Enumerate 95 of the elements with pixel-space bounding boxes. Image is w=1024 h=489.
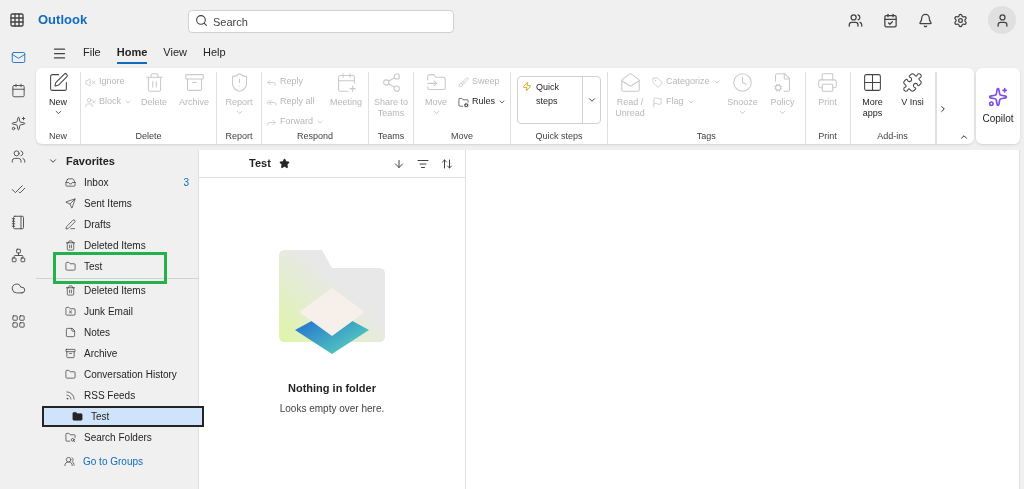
ribbon-icon [183, 72, 205, 93]
sparkle-icon [988, 86, 1008, 107]
folder-item[interactable]: Inbox 3 [36, 172, 198, 193]
ribbon-button[interactable]: New [38, 72, 78, 117]
unread-count: 3 [183, 176, 189, 190]
ribbon-icon [380, 72, 402, 93]
folder-item[interactable]: Deleted Items [36, 280, 198, 301]
caret-icon [124, 98, 132, 106]
menu-tab[interactable]: Help [202, 42, 226, 64]
empty-state-title: Nothing in folder [288, 381, 376, 396]
quick-steps-gallery[interactable]: Quick steps [517, 76, 602, 124]
caret-icon [316, 118, 325, 126]
folder-item[interactable]: Notes [36, 322, 198, 343]
folder-item[interactable]: RSS Feeds [36, 385, 198, 406]
app-rail-icon[interactable] [10, 149, 26, 164]
app-rail-icon[interactable] [10, 314, 26, 329]
app-rail-icon[interactable] [10, 50, 26, 65]
search-field[interactable]: Search [188, 10, 454, 33]
ribbon-button[interactable]: More apps [852, 72, 893, 119]
ribbon-icon [85, 96, 96, 108]
filter-icon[interactable] [417, 157, 429, 170]
app-launcher-icon[interactable] [9, 12, 25, 28]
app-rail-icon[interactable] [10, 281, 26, 296]
star-icon[interactable] [278, 158, 290, 169]
ribbon-icon [425, 72, 447, 93]
caret-icon [738, 108, 748, 117]
app-rail-icon[interactable] [10, 215, 26, 230]
caret-icon [498, 98, 507, 106]
folder-title: Test [249, 156, 271, 172]
caret-icon [686, 98, 695, 106]
group-label: Teams [376, 130, 406, 143]
ribbon-icon [902, 72, 924, 93]
group-label: Tags [695, 130, 717, 143]
ribbon-icon [732, 72, 754, 93]
app-rail-icon[interactable] [10, 248, 26, 263]
go-to-groups-link[interactable]: Go to Groups [36, 454, 198, 469]
teams-icon[interactable] [848, 12, 863, 28]
ribbon-icon [85, 76, 96, 88]
folder-item[interactable]: Deleted Items [36, 235, 198, 256]
folder-item[interactable]: Conversation History [36, 364, 198, 385]
ribbon-icon [862, 72, 884, 93]
group-label: Move [450, 130, 475, 143]
favorites-header[interactable]: Favorites [36, 150, 198, 172]
group-label: Add-ins [876, 130, 909, 143]
folder-item[interactable]: Archive [36, 343, 198, 364]
caret-icon [431, 108, 441, 117]
ribbon-icon [652, 76, 664, 88]
ribbon-icon [47, 72, 69, 93]
menu-tab[interactable]: File [83, 42, 101, 64]
ribbon-button[interactable]: Rules [456, 92, 509, 112]
ribbon-icon [652, 96, 664, 108]
ribbon-icon [817, 72, 839, 93]
caret-icon [234, 108, 244, 117]
group-label: Respond [296, 130, 335, 143]
menu-tab[interactable]: View [163, 42, 187, 64]
chevron-icon [48, 156, 58, 166]
sort-icon[interactable] [441, 157, 453, 170]
ribbon-button[interactable]: V Insi [892, 72, 933, 108]
empty-state-subtitle: Looks empty over here. [279, 401, 385, 416]
folder-item[interactable]: Sent Items [36, 193, 198, 214]
caret-icon [712, 78, 721, 86]
menu-tab[interactable]: Home [116, 42, 148, 64]
account-avatar[interactable] [988, 6, 1016, 34]
ribbon-icon [458, 96, 470, 108]
settings-icon[interactable] [953, 12, 968, 28]
caret-icon [53, 108, 63, 117]
folder-item[interactable]: Drafts [36, 214, 198, 235]
folder-item[interactable]: Search Folders [36, 427, 198, 448]
ribbon-icon [143, 72, 165, 93]
ribbon-icon [335, 72, 357, 93]
ribbon-icon [458, 76, 470, 88]
copilot-button[interactable]: Copilot [976, 68, 1020, 144]
group-label: New [48, 130, 68, 143]
ribbon-icon [619, 72, 641, 93]
lightning-icon [522, 81, 532, 92]
caret-icon [586, 95, 597, 105]
folder-item[interactable]: Junk Email [36, 301, 198, 322]
groups-icon [64, 456, 75, 467]
folder-item[interactable]: Test [42, 406, 204, 427]
app-title: Outlook [38, 11, 89, 30]
menu-icon[interactable] [52, 45, 67, 61]
app-rail-icon[interactable] [10, 83, 26, 98]
group-label: Report [224, 130, 254, 143]
group-label: Print [817, 130, 838, 143]
caret-icon [778, 108, 788, 117]
search-icon [195, 13, 208, 27]
group-label: Quick steps [534, 130, 584, 143]
arrow-down-icon[interactable] [393, 157, 405, 170]
app-rail-icon[interactable] [10, 116, 26, 131]
quick-steps-label: Quick steps [535, 81, 560, 108]
folder-item[interactable]: Test [36, 256, 198, 277]
chevron-up-icon [958, 132, 969, 142]
notifications-icon[interactable] [918, 12, 933, 28]
calendar-check-icon[interactable] [883, 12, 898, 28]
group-label: Delete [134, 130, 163, 143]
